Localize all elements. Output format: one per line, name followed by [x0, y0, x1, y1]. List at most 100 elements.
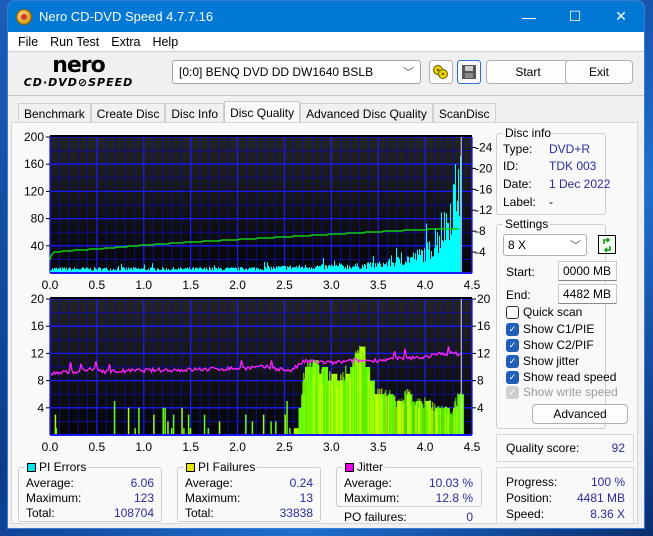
- pi-failures-bar: [325, 378, 327, 435]
- drive-select[interactable]: [0:0] BENQ DVD DD DW1640 BSLB ﹀: [172, 60, 421, 84]
- quality-score-value: 92: [611, 441, 625, 455]
- pi-failures-bar: [379, 388, 381, 435]
- start-button[interactable]: Start: [486, 60, 570, 84]
- pi-failures-bar: [343, 377, 345, 435]
- disc-date-value: 1 Dec 2022: [549, 177, 611, 191]
- pi-failures-bar: [366, 384, 368, 435]
- x-tick-label: 3.5: [370, 278, 387, 292]
- quick-scan-checkbox[interactable]: Quick scan: [506, 305, 582, 319]
- speed-value: 8.36 X: [590, 507, 625, 521]
- pi-failures-bar: [251, 421, 254, 435]
- pi-failures-bar: [412, 402, 414, 435]
- pi-failures-bar: [416, 402, 418, 435]
- pi-failures-title: PI Failures: [184, 460, 258, 474]
- close-button[interactable]: ✕: [598, 1, 644, 32]
- pi-failures-bar: [378, 400, 380, 435]
- disc-id-label: ID:: [503, 159, 519, 173]
- position-value: 4481 MB: [576, 491, 625, 505]
- x-tick-label: 3.0: [323, 440, 340, 454]
- end-mb-input[interactable]: 4482 MB: [558, 284, 617, 304]
- pi-errors-total-value: 108704: [113, 506, 154, 520]
- pi-failures-bar: [315, 384, 317, 435]
- tab-disc-quality[interactable]: Disc Quality: [224, 101, 301, 123]
- tab-create-disc[interactable]: Create Disc: [90, 103, 166, 123]
- pi-failures-bar: [408, 391, 410, 435]
- menu-help[interactable]: Help: [146, 35, 184, 49]
- show-read-speed-checkbox[interactable]: ✓ Show read speed: [506, 370, 616, 384]
- pi-failures-bar: [127, 407, 130, 435]
- start-label: Start:: [506, 265, 535, 279]
- pi-failures-title-text: PI Failures: [198, 460, 256, 474]
- y-left-tick-label: 12: [31, 346, 45, 360]
- menu-file[interactable]: File: [12, 35, 44, 49]
- exit-button[interactable]: Exit: [565, 60, 633, 84]
- pi-failures-bar: [419, 398, 421, 435]
- pi-failures-bar: [365, 369, 367, 435]
- pi-failures-bar: [380, 400, 382, 435]
- tab-disc-info[interactable]: Disc Info: [165, 103, 225, 123]
- pi-failures-bar: [353, 358, 355, 435]
- drive-select-value: [0:0] BENQ DVD DD DW1640 BSLB: [179, 65, 374, 79]
- title-bar[interactable]: Nero CD-DVD Speed 4.7.7.16 — ☐ ✕: [8, 1, 644, 32]
- speed-select[interactable]: 8 X ﹀: [503, 234, 587, 256]
- refresh-speed-button[interactable]: [598, 235, 616, 254]
- pi-failures-bar: [451, 414, 453, 435]
- logo-nero-text: nero: [52, 53, 106, 78]
- x-tick-label: 4.0: [417, 440, 434, 454]
- chevron-down-icon: ﹀: [570, 240, 581, 252]
- pi-failures-bar: [410, 405, 412, 435]
- disc-info-title: Disc info: [503, 126, 554, 140]
- menu-run-test[interactable]: Run Test: [44, 35, 105, 49]
- advanced-button[interactable]: Advanced: [532, 404, 628, 424]
- pi-failures-bar: [340, 374, 342, 435]
- maximize-button[interactable]: ☐: [552, 1, 598, 32]
- pi-failures-average-label: Average:: [185, 476, 233, 490]
- pi-failures-bar: [355, 351, 357, 435]
- x-tick-label: 3.0: [323, 278, 340, 292]
- y-left-tick-label: 200: [24, 130, 44, 144]
- checkbox-unchecked-icon: [506, 305, 519, 319]
- pi-errors-maximum-value: 123: [133, 491, 154, 505]
- menu-extra[interactable]: Extra: [105, 35, 146, 49]
- pi-failures-bar: [399, 401, 401, 435]
- pi-failures-bar: [245, 414, 247, 435]
- tab-advanced-disc-quality[interactable]: Advanced Disc Quality: [300, 103, 433, 123]
- show-jitter-checkbox[interactable]: ✓ Show jitter: [506, 354, 579, 368]
- pi-failures-bar: [369, 387, 371, 435]
- pi-failures-bar: [203, 414, 206, 435]
- pi-failures-bar: [446, 407, 448, 435]
- pi-errors-maximum-label: Maximum:: [26, 491, 82, 505]
- pi-failures-bar: [445, 406, 447, 435]
- y-right-tick-label: -20: [475, 161, 493, 175]
- pi-failures-bar: [431, 407, 433, 435]
- pi-failures-bar: [324, 369, 326, 435]
- pi-failures-bar: [382, 403, 384, 435]
- pi-failures-total-label: Total:: [185, 506, 214, 520]
- pi-failures-bar: [262, 414, 265, 435]
- pi-failures-bar: [337, 380, 339, 435]
- pi-failures-bar: [307, 360, 309, 435]
- tab-benchmark[interactable]: Benchmark: [18, 103, 91, 123]
- pi-failures-bar: [321, 369, 323, 435]
- minimize-button[interactable]: —: [506, 1, 552, 32]
- pi-failures-bar: [347, 383, 349, 435]
- pi-errors-average-value: 6.06: [130, 476, 154, 490]
- show-c1-pie-checkbox[interactable]: ✓ Show C1/PIE: [506, 322, 594, 336]
- pi-failures-bar: [360, 368, 362, 435]
- tab-scandisc[interactable]: ScanDisc: [432, 103, 496, 123]
- pi-failures-bar: [443, 408, 445, 435]
- pi-failures-bar: [386, 395, 388, 435]
- pi-failures-bar: [439, 413, 441, 435]
- pi-failures-bar: [344, 380, 346, 435]
- speed-select-value: 8 X: [508, 238, 527, 252]
- pi-failures-bar: [390, 397, 392, 435]
- pi-failures-bar: [381, 388, 383, 435]
- speed-label: Speed:: [506, 507, 545, 521]
- pi-failures-bar: [218, 421, 221, 435]
- start-mb-input[interactable]: 0000 MB: [558, 261, 617, 281]
- swap-drive-button[interactable]: [429, 60, 453, 84]
- pi-failures-bar: [418, 407, 420, 435]
- show-c2-pif-checkbox[interactable]: ✓ Show C2/PIF: [506, 338, 594, 352]
- save-button[interactable]: [457, 60, 481, 84]
- pi-failures-bar: [385, 389, 387, 435]
